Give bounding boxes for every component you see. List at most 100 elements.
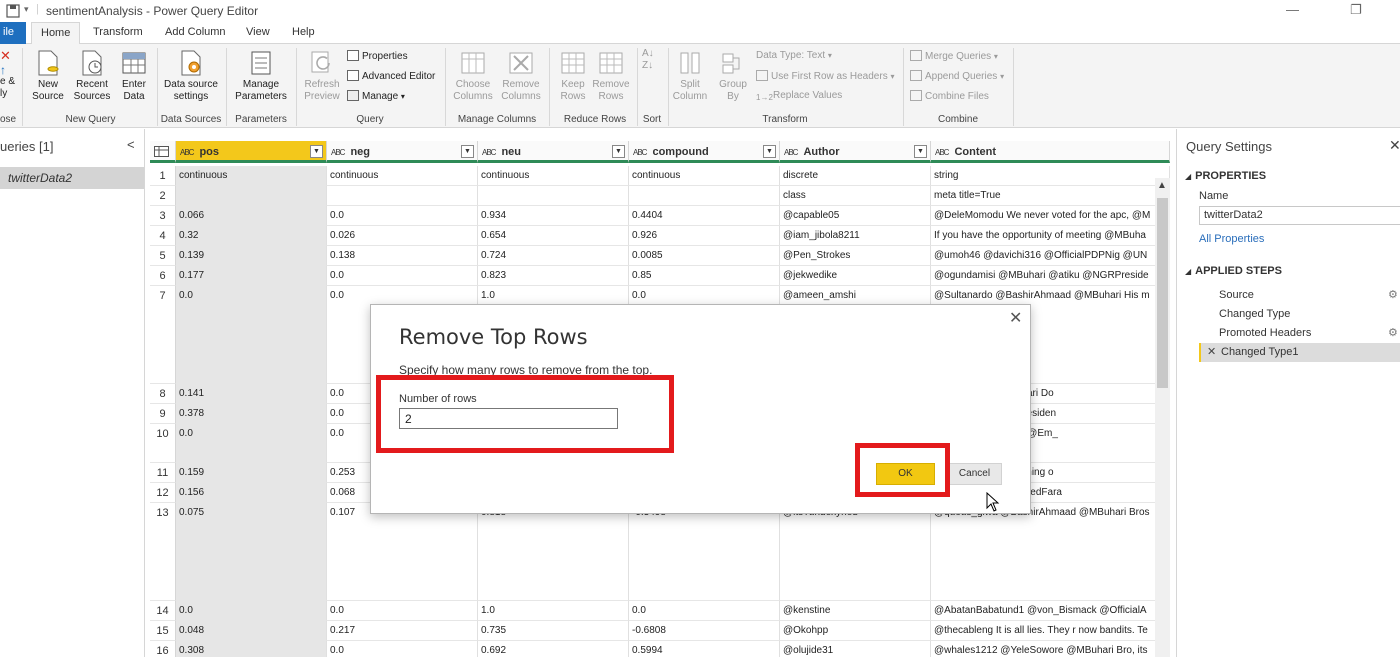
table-cell[interactable]: 0.141	[176, 384, 327, 404]
table-cell[interactable]: 0.026	[327, 226, 478, 246]
recent-sources-button[interactable]: Recent Sources	[70, 50, 114, 103]
filter-dropdown-icon[interactable]: ▼	[310, 145, 323, 158]
table-cell[interactable]: 0.4404	[629, 206, 780, 226]
table-cell[interactable]: @itsTundexyhed	[780, 503, 931, 601]
row-number[interactable]: 4	[150, 226, 176, 246]
table-cell[interactable]: 0.0	[327, 266, 478, 286]
table-cell[interactable]: 0.0085	[629, 246, 780, 266]
properties-button[interactable]: Properties	[347, 50, 408, 62]
table-cell[interactable]: 0.107	[327, 503, 478, 601]
table-cell[interactable]: 0.5994	[629, 641, 780, 657]
table-cell[interactable]	[629, 186, 780, 206]
filter-dropdown-icon[interactable]: ▼	[763, 145, 776, 158]
enter-data-button[interactable]: Enter Data	[116, 50, 152, 103]
table-cell[interactable]: string	[931, 166, 1170, 186]
table-cell[interactable]: 0.934	[478, 206, 629, 226]
table-cell[interactable]: 0.159	[176, 463, 327, 483]
table-cell[interactable]: 0.217	[327, 621, 478, 641]
close-apply-button[interactable]: ✕ ↑ e & ly	[0, 49, 20, 100]
split-column-button[interactable]: Split Column	[670, 50, 710, 103]
table-cell[interactable]: 0.138	[327, 246, 478, 266]
text-type-icon[interactable]: ABC	[331, 148, 345, 157]
table-cell[interactable]	[327, 186, 478, 206]
table-cell[interactable]: 0.048	[176, 621, 327, 641]
table-cell[interactable]: If you have the opportunity of meeting @…	[931, 226, 1170, 246]
table-cell[interactable]: 0.156	[176, 483, 327, 503]
table-cell[interactable]: -0.3498	[629, 503, 780, 601]
row-number[interactable]: 12	[150, 483, 176, 503]
table-cell[interactable]: 0.85	[629, 266, 780, 286]
row-number[interactable]: 8	[150, 384, 176, 404]
table-cell[interactable]: 0.0	[327, 601, 478, 621]
tab-view[interactable]: View	[246, 26, 270, 38]
new-source-button[interactable]: New Source	[28, 50, 68, 103]
tab-help[interactable]: Help	[292, 26, 315, 38]
all-properties-link[interactable]: All Properties	[1199, 233, 1264, 245]
column-header-pos[interactable]: ABC pos ▼	[176, 141, 327, 163]
filter-dropdown-icon[interactable]: ▼	[612, 145, 625, 158]
row-number[interactable]: 13	[150, 503, 176, 601]
applied-step-promoted-headers[interactable]: Promoted Headers ⚙	[1199, 324, 1400, 343]
sort-buttons[interactable]: A↓ Z↓	[642, 48, 662, 72]
table-cell[interactable]: 0.0	[176, 601, 327, 621]
filter-dropdown-icon[interactable]: ▼	[914, 145, 927, 158]
table-cell[interactable]: 0.0	[176, 286, 327, 384]
table-cell[interactable]: @umoh46 @davichi316 @OfficialPDPNig @UN	[931, 246, 1170, 266]
table-cell[interactable]: @kenstine	[780, 601, 931, 621]
table-cell[interactable]: 0.654	[478, 226, 629, 246]
applied-step-source[interactable]: Source ⚙	[1199, 286, 1400, 305]
table-cell[interactable]: meta title=True	[931, 186, 1170, 206]
table-cell[interactable]: continuous	[327, 166, 478, 186]
table-cell[interactable]: @olujide31	[780, 641, 931, 657]
column-header-neg[interactable]: ABC neg ▼	[327, 141, 478, 163]
text-type-icon[interactable]: ABC	[180, 148, 194, 157]
tab-add-column[interactable]: Add Column	[165, 26, 226, 38]
table-cell[interactable]: 0.692	[478, 641, 629, 657]
text-type-icon[interactable]: ABC	[935, 148, 949, 157]
table-cell[interactable]: -0.6808	[629, 621, 780, 641]
row-number[interactable]: 5	[150, 246, 176, 266]
table-cell[interactable]: continuous	[176, 166, 327, 186]
use-first-row-headers-button[interactable]: Use First Row as Headers ▾	[756, 70, 895, 82]
vertical-scrollbar[interactable]: ▲	[1155, 178, 1170, 657]
manage-button[interactable]: Manage ▾	[347, 90, 405, 102]
group-by-button[interactable]: Group By	[712, 50, 754, 103]
close-settings-button[interactable]: ✕	[1389, 137, 1400, 154]
table-cell[interactable]: 0.177	[176, 266, 327, 286]
column-header-compound[interactable]: ABC compound ▼	[629, 141, 780, 163]
table-cell[interactable]	[176, 186, 327, 206]
table-cell[interactable]: continuous	[629, 166, 780, 186]
table-cell[interactable]: 0.32	[176, 226, 327, 246]
tab-transform[interactable]: Transform	[93, 26, 143, 38]
table-cell[interactable]: @iam_jibola8211	[780, 226, 931, 246]
table-cell[interactable]: 0.926	[629, 226, 780, 246]
data-type-dropdown[interactable]: Data Type: Text ▾	[756, 50, 832, 61]
row-number[interactable]: 15	[150, 621, 176, 641]
table-cell[interactable]: 0.139	[176, 246, 327, 266]
delete-step-icon[interactable]: ✕	[1207, 345, 1216, 358]
row-number[interactable]: 9	[150, 404, 176, 424]
text-type-icon[interactable]: ABC	[784, 148, 798, 157]
table-cell[interactable]: 0.0	[327, 641, 478, 657]
quick-access-dropdown-icon[interactable]: ▾	[24, 4, 29, 15]
cancel-button[interactable]: Cancel	[947, 463, 1002, 485]
table-cell[interactable]: 0.823	[478, 266, 629, 286]
choose-columns-button[interactable]: Choose Columns	[450, 50, 496, 103]
query-item-twitterdata2[interactable]: twitterData2	[0, 167, 144, 189]
refresh-preview-button[interactable]: Refresh Preview	[300, 50, 344, 103]
table-cell[interactable]: 0.378	[176, 404, 327, 424]
applied-steps-header[interactable]: ◢ APPLIED STEPS	[1185, 265, 1282, 277]
row-number[interactable]: 14	[150, 601, 176, 621]
table-cell[interactable]: 0.308	[176, 641, 327, 657]
table-cell[interactable]: @DeleMomodu We never voted for the apc, …	[931, 206, 1170, 226]
column-header-content[interactable]: ABC Content	[931, 141, 1170, 163]
table-cell[interactable]: 0.0	[327, 206, 478, 226]
filter-dropdown-icon[interactable]: ▼	[461, 145, 474, 158]
merge-queries-button[interactable]: Merge Queries ▾	[910, 50, 998, 62]
table-cell[interactable]: @thecableng It is all lies. They r now b…	[931, 621, 1170, 641]
row-number[interactable]: 3	[150, 206, 176, 226]
row-number[interactable]: 7	[150, 286, 176, 384]
text-type-icon[interactable]: ABC	[482, 148, 496, 157]
tab-file[interactable]: ile	[0, 22, 26, 44]
table-cell[interactable]: @ogundamisi @MBuhari @atiku @NGRPreside	[931, 266, 1170, 286]
